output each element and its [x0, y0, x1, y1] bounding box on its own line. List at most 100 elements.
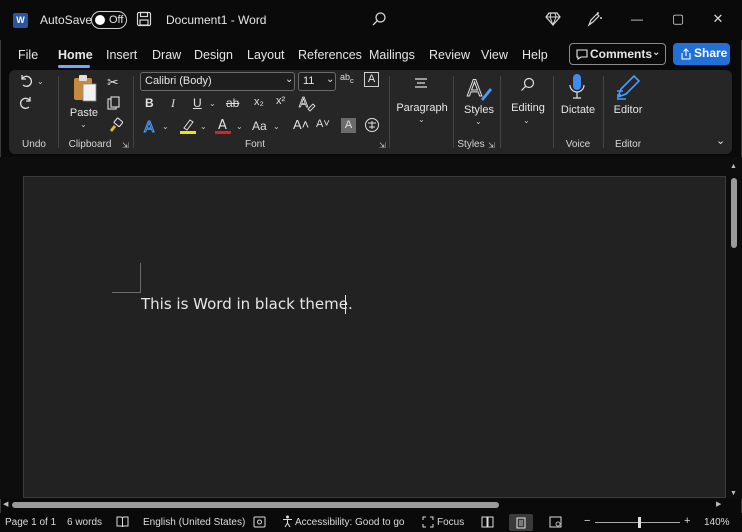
subscript-button[interactable]: x₂ — [254, 96, 264, 108]
clipboard-launcher-icon[interactable]: ⇲ — [122, 141, 129, 150]
document-page[interactable] — [23, 176, 726, 498]
editor-button[interactable]: Editor — [609, 104, 647, 116]
close-button[interactable]: ✕ — [711, 11, 725, 27]
autosave-toggle[interactable]: Off — [91, 11, 127, 29]
dictate-button[interactable]: Dictate — [557, 104, 599, 116]
font-launcher-icon[interactable]: ⇲ — [379, 141, 386, 150]
tab-mailings[interactable]: Mailings — [369, 48, 415, 62]
tab-draw[interactable]: Draw — [152, 48, 181, 62]
undo-icon[interactable] — [18, 73, 34, 89]
paragraph-icon — [413, 77, 429, 91]
scroll-down-arrow-icon[interactable]: ▼ — [730, 490, 737, 497]
zoom-slider-thumb[interactable] — [638, 517, 641, 528]
tab-references[interactable]: References — [298, 48, 362, 62]
undo-dropdown-icon[interactable]: ⌄ — [37, 77, 44, 86]
paste-dropdown-icon[interactable]: ⌄ — [80, 120, 87, 129]
zoom-in-button[interactable]: + — [684, 515, 690, 527]
word-count[interactable]: 6 words — [67, 517, 102, 528]
styles-button[interactable]: Styles — [460, 104, 498, 116]
autosave-state: Off — [109, 14, 124, 26]
bold-button[interactable]: B — [145, 96, 154, 110]
change-case-button[interactable]: Aa — [252, 119, 267, 133]
maximize-button[interactable]: ▢ — [671, 11, 685, 27]
highlight-icon[interactable] — [179, 117, 197, 135]
language[interactable]: English (United States) — [143, 517, 245, 528]
ribbon-separator — [453, 76, 454, 148]
comments-button[interactable]: Comments ⌄ — [569, 43, 666, 65]
zoom-out-button[interactable]: − — [584, 515, 590, 527]
focus-button[interactable]: Focus — [437, 517, 464, 528]
underline-dropdown-icon[interactable]: ⌄ — [209, 99, 216, 108]
font-size-select[interactable]: 11 ⌄ — [298, 72, 336, 91]
web-layout-icon[interactable] — [549, 516, 562, 528]
editing-dropdown-icon[interactable]: ⌄ — [523, 116, 530, 125]
tab-file[interactable]: File — [18, 48, 38, 62]
superscript-button[interactable]: x² — [276, 95, 285, 107]
styles-dropdown-icon[interactable]: ⌄ — [475, 117, 482, 126]
font-color-dropdown-icon[interactable]: ⌄ — [236, 122, 243, 131]
redo-icon[interactable] — [18, 95, 34, 111]
print-layout-button[interactable] — [509, 514, 533, 531]
tab-home[interactable]: Home — [58, 48, 93, 62]
character-shading-icon[interactable]: A — [341, 118, 356, 133]
proofing-book-icon[interactable] — [116, 516, 129, 528]
shrink-font-button[interactable]: A˅ — [316, 118, 330, 130]
share-button[interactable]: Share — [673, 43, 730, 65]
scroll-left-arrow-icon[interactable]: ◀ — [3, 500, 8, 508]
chevron-down-icon: ⌄ — [326, 74, 335, 85]
text-effects-outline-icon[interactable]: A — [142, 117, 160, 137]
track-changes-icon[interactable] — [253, 516, 266, 528]
grow-font-button[interactable]: A˄ — [293, 117, 309, 132]
minimize-button[interactable]: — — [630, 12, 644, 26]
underline-button[interactable]: U — [193, 96, 202, 110]
paragraph-button[interactable]: Paragraph — [395, 102, 449, 114]
font-color-icon[interactable]: A — [214, 117, 232, 135]
diamond-icon[interactable] — [545, 11, 561, 27]
ribbon-expand-chevron-icon[interactable]: ⌄ — [716, 134, 725, 147]
format-painter-icon[interactable] — [107, 117, 124, 133]
horizontal-scrollbar-thumb[interactable] — [12, 502, 499, 508]
pen-sparkle-icon[interactable] — [586, 11, 602, 27]
italic-button[interactable]: I — [171, 96, 175, 111]
tab-view[interactable]: View — [481, 48, 508, 62]
zoom-level[interactable]: 140% — [704, 517, 730, 528]
comments-label: Comments — [590, 47, 653, 61]
page-count[interactable]: Page 1 of 1 — [5, 517, 56, 528]
highlight-dropdown-icon[interactable]: ⌄ — [200, 122, 207, 131]
scroll-up-arrow-icon[interactable]: ▲ — [730, 163, 737, 170]
editing-button[interactable]: Editing — [507, 102, 549, 114]
text-effects-dropdown-icon[interactable]: ⌄ — [162, 122, 169, 131]
scroll-right-arrow-icon[interactable]: ▶ — [716, 500, 721, 508]
font-name-select[interactable]: Calibri (Body) ⌄ — [140, 72, 295, 91]
paste-icon[interactable] — [72, 74, 98, 104]
tab-review[interactable]: Review — [429, 48, 470, 62]
font-name-value: Calibri (Body) — [145, 75, 212, 87]
copy-icon[interactable] — [107, 96, 121, 110]
change-case-icon[interactable]: abc — [340, 72, 354, 85]
ribbon-separator — [500, 76, 501, 148]
accessibility-icon[interactable] — [281, 515, 294, 528]
search-icon[interactable] — [371, 11, 387, 27]
tab-layout[interactable]: Layout — [247, 48, 285, 62]
focus-icon[interactable] — [422, 516, 434, 528]
paragraph-dropdown-icon[interactable]: ⌄ — [418, 115, 425, 124]
change-case-dropdown-icon[interactable]: ⌄ — [273, 122, 280, 131]
read-mode-icon[interactable] — [481, 516, 494, 528]
styles-icon: A — [465, 74, 493, 103]
comment-icon — [576, 49, 588, 60]
cut-icon[interactable]: ✂ — [107, 74, 119, 91]
svg-text:A: A — [299, 96, 308, 111]
styles-launcher-icon[interactable]: ⇲ — [488, 141, 495, 150]
phonetic-guide-icon[interactable] — [364, 117, 380, 133]
tab-help[interactable]: Help — [522, 48, 548, 62]
save-icon[interactable] — [136, 11, 152, 27]
paste-label[interactable]: Paste — [66, 107, 102, 119]
accessibility-status[interactable]: Accessibility: Good to go — [295, 517, 405, 528]
vertical-scrollbar-thumb[interactable] — [731, 178, 737, 248]
tab-design[interactable]: Design — [194, 48, 233, 62]
strikethrough-button[interactable]: ab — [226, 96, 239, 110]
tab-insert[interactable]: Insert — [106, 48, 137, 62]
text-effects-icon[interactable]: A — [298, 94, 316, 112]
clear-formatting-icon[interactable]: A — [364, 72, 379, 87]
document-body-text[interactable]: This is Word in black theme. — [141, 295, 353, 313]
